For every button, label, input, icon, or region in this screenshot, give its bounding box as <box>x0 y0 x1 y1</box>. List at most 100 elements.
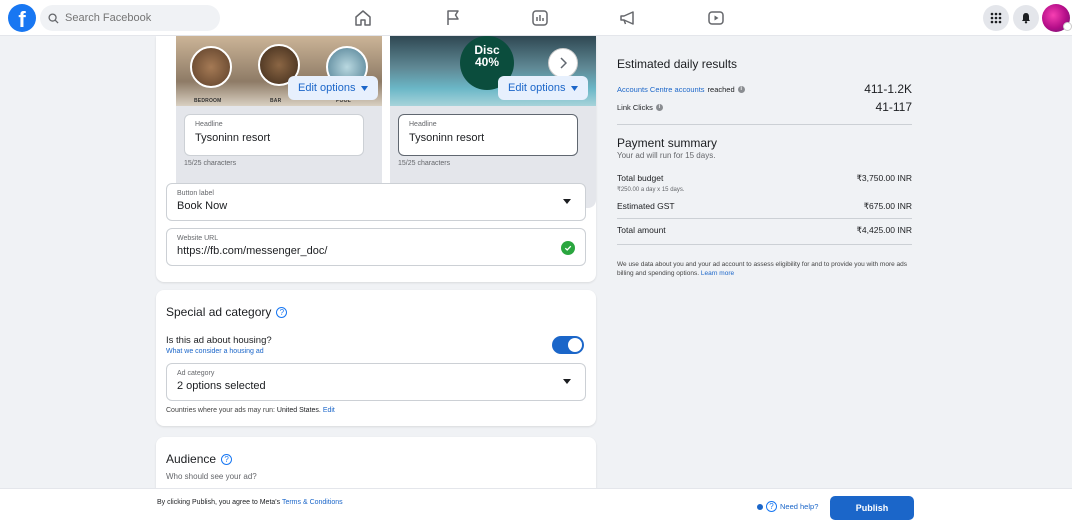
megaphone-icon[interactable] <box>618 8 638 28</box>
total-budget-row: Total budget ₹3,750.00 INR <box>617 173 912 184</box>
edit-options-label: Edit options <box>508 82 566 94</box>
caret-down-icon <box>361 85 369 91</box>
countries-value: United States. <box>276 407 321 414</box>
search-input[interactable] <box>65 12 205 24</box>
home-icon[interactable] <box>353 8 373 28</box>
dropdown-arrow-icon <box>563 199 571 204</box>
headline-value: Tysoninn resort <box>409 132 485 144</box>
bell-icon <box>1022 13 1030 24</box>
thumb-label: BAR <box>270 98 282 104</box>
total-budget-label: Total budget <box>617 173 664 183</box>
headline-label: Headline <box>409 121 437 128</box>
link-clicks-text: Link Clicks <box>617 102 653 112</box>
divider <box>617 124 912 125</box>
help-question-icon[interactable]: ? <box>221 453 233 465</box>
learn-more-link[interactable]: Learn more <box>701 270 734 277</box>
total-amount-value: ₹4,425.00 INR <box>856 225 913 235</box>
search-icon <box>48 12 59 24</box>
website-url-field[interactable]: Website URL https://fb.com/messenger_doc… <box>166 228 586 266</box>
search-bar[interactable] <box>40 5 220 31</box>
edit-options-button[interactable]: Edit options <box>498 76 589 100</box>
website-url-value: https://fb.com/messenger_doc/ <box>177 245 328 257</box>
account-switch-icon[interactable] <box>1063 22 1072 31</box>
headline-value: Tysoninn resort <box>195 132 271 144</box>
top-navigation-bar: f <box>0 0 1072 36</box>
grid-icon <box>990 12 1002 24</box>
notifications-button[interactable] <box>1013 5 1039 31</box>
gst-value: ₹675.00 INR <box>863 201 912 211</box>
caret-down-icon <box>571 85 579 91</box>
reached-row: Accounts Centre accounts reached i 411-1… <box>617 82 912 96</box>
info-icon[interactable]: i <box>655 103 663 111</box>
payment-summary-subtitle: Your ad will run for 15 days. <box>617 151 716 160</box>
flag-icon[interactable] <box>443 8 463 28</box>
total-budget-value: ₹3,750.00 INR <box>856 173 913 183</box>
button-label-value: Book Now <box>177 200 228 212</box>
button-label-field-label: Button label <box>177 190 214 197</box>
character-count: 15/25 characters <box>184 160 237 167</box>
gst-label: Estimated GST <box>617 201 675 211</box>
special-ad-heading: Special ad category ? <box>166 305 288 319</box>
link-clicks-row: Link Clicks i 41-117 <box>617 100 912 114</box>
website-url-label: Website URL <box>177 235 219 242</box>
ad-creative-card: BEDROOM BAR POOL Edit options Headline T… <box>156 36 596 282</box>
special-ad-title: Special ad category <box>166 305 272 319</box>
ad-category-label: Ad category <box>177 370 215 377</box>
countries-prefix: Countries where your ads may run: <box>166 407 275 414</box>
info-icon[interactable]: i <box>737 85 745 93</box>
thumb-label: BEDROOM <box>194 98 222 104</box>
total-amount-label: Total amount <box>617 225 666 235</box>
payment-summary-title: Payment summary <box>617 136 718 150</box>
need-help-button[interactable]: ? Need help? <box>757 501 818 512</box>
edit-options-button[interactable]: Edit options <box>288 76 379 100</box>
help-question-icon: ? <box>766 501 777 512</box>
ad-category-select[interactable]: Ad category 2 options selected <box>166 363 586 401</box>
ad-category-value: 2 options selected <box>177 380 266 392</box>
housing-toggle[interactable] <box>552 336 584 354</box>
publish-button[interactable]: Publish <box>830 496 914 520</box>
carousel-next-button[interactable] <box>548 48 578 78</box>
divider <box>617 244 912 245</box>
terms-link[interactable]: Terms & Conditions <box>282 499 343 506</box>
housing-info-link[interactable]: What we consider a housing ad <box>166 348 264 355</box>
edit-options-label: Edit options <box>298 82 356 94</box>
bedroom-thumbnail <box>190 46 232 88</box>
ads-manager-icon[interactable] <box>530 8 550 28</box>
toggle-knob <box>568 338 582 352</box>
budget-detail: ₹250.00 a day x 15 days. <box>617 187 685 193</box>
discount-badge-value: 40% <box>474 55 500 69</box>
check-circle-icon <box>561 241 575 255</box>
countries-line: Countries where your ads may run: United… <box>166 407 335 414</box>
video-icon[interactable] <box>706 8 726 28</box>
accounts-centre-link[interactable]: Accounts Centre accounts <box>617 85 705 94</box>
headline-field-2[interactable]: Headline Tysoninn resort <box>398 114 578 156</box>
audience-subtitle: Who should see your ad? <box>166 472 257 481</box>
menu-grid-button[interactable] <box>983 5 1009 31</box>
facebook-logo-icon[interactable]: f <box>8 4 36 32</box>
headline-field-1[interactable]: Headline Tysoninn resort <box>184 114 364 156</box>
countries-edit-link[interactable]: Edit <box>323 407 335 414</box>
link-clicks-value: 41-117 <box>875 100 912 114</box>
audience-title: Audience <box>166 452 217 466</box>
link-clicks-label: Link Clicks i <box>617 103 663 112</box>
headline-label: Headline <box>195 121 223 128</box>
reached-label: Accounts Centre accounts reached i <box>617 85 745 94</box>
billing-disclaimer: We use data about you and your ad accoun… <box>617 260 917 278</box>
terms-notice: By clicking Publish, you agree to Meta's… <box>157 499 343 506</box>
character-count: 15/25 characters <box>398 160 451 167</box>
reached-suffix: reached <box>707 84 735 94</box>
help-question-icon[interactable]: ? <box>276 306 288 318</box>
status-dot-icon <box>757 503 763 510</box>
divider <box>617 218 912 219</box>
gst-row: Estimated GST ₹675.00 INR <box>617 201 912 212</box>
housing-question: Is this ad about housing? <box>166 335 272 346</box>
button-label-select[interactable]: Button label Book Now <box>166 183 586 221</box>
terms-prefix: By clicking Publish, you agree to Meta's <box>157 499 281 506</box>
disclaimer-text: We use data about you and your ad accoun… <box>617 261 908 277</box>
total-amount-row: Total amount ₹4,425.00 INR <box>617 225 912 236</box>
special-ad-category-card: Special ad category ? Is this ad about h… <box>156 290 596 426</box>
dropdown-arrow-icon <box>563 379 571 384</box>
publish-footer-bar: By clicking Publish, you agree to Meta's… <box>0 488 1072 525</box>
reached-value: 411-1.2K <box>864 82 912 96</box>
chevron-right-icon <box>560 57 567 69</box>
